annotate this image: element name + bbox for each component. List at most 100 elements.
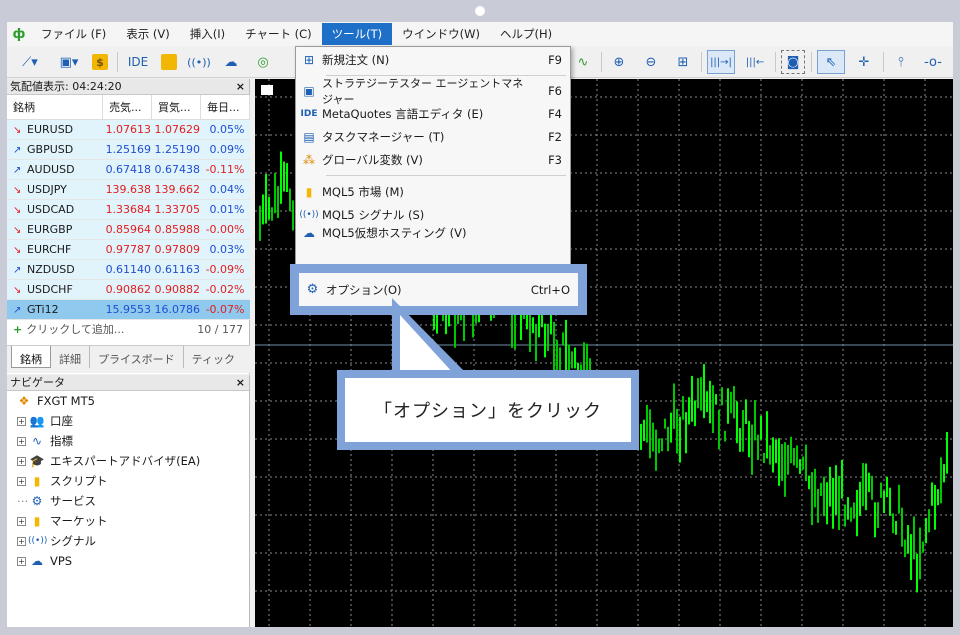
expand-icon[interactable]: + [17,556,26,566]
screenshot-icon[interactable]: ◙ [781,50,805,74]
vertical-line-icon[interactable]: ⫯ [889,50,913,74]
navigator-item-label: 指標 [50,434,73,448]
auto-scroll-icon[interactable]: |||→| [707,50,735,74]
grid-icon[interactable]: ⊞ [671,50,695,74]
candle [793,447,795,466]
horizontal-line-icon[interactable]: -o- [919,50,947,74]
market-watch-row[interactable]: ↘ EURUSD 1.07613 1.07629 0.05% [7,119,250,140]
close-icon[interactable]: × [236,375,245,391]
fxgt-logo-icon: ❖ [18,394,30,408]
ide-button[interactable]: IDE [123,50,153,74]
menu-item-task-manager[interactable]: ▤ タスクマネージャー (T) F2 [296,126,570,148]
signal-icon[interactable]: ((•)) [185,50,213,74]
globe-icon[interactable]: ◎ [249,50,277,74]
expand-icon[interactable]: + [17,416,26,426]
change-cell: 0.09% [200,139,250,160]
menu-item-strategy-tester[interactable]: ▣ ストラテジーテスター エージェントマネジャー F6 [296,77,570,106]
menu-chart[interactable]: チャート (C) [235,23,322,45]
chart-window-icon[interactable] [261,85,273,95]
crosshair-icon[interactable]: ✛ [851,50,877,74]
ask-cell: 0.90882 [151,279,201,300]
column-header-ask[interactable]: 買気... [151,95,202,120]
oscillator-icon[interactable]: ∿ [571,50,595,74]
menu-item-metaeditor[interactable]: IDE MetaQuotes 言語エディタ (E) F4 [296,103,570,125]
market-watch-row[interactable]: ↗ GTi12 15.9553 16.0786 -0.07% [7,299,250,320]
cloud-icon[interactable]: ☁ [217,50,245,74]
market-watch-row[interactable]: ↘ USDJPY 139.638 139.662 0.04% [7,179,250,200]
market-watch-row[interactable]: ↘ EURCHF 0.97787 0.97809 0.03% [7,239,250,260]
menu-insert[interactable]: 挿入(I) [180,23,235,45]
navigator-item-indicators[interactable]: + ∿ 指標 [7,431,249,451]
candle [271,207,273,221]
close-icon[interactable]: × [236,79,245,95]
candle [259,205,261,241]
add-symbol-row[interactable]: + クリックして追加... 10 / 177 [7,320,249,340]
zoom-in-icon[interactable]: ⊕ [607,50,631,74]
navigator-item-scripts[interactable]: + ▮ スクリプト [7,471,249,491]
chart-template-icon[interactable]: ▣▾ [51,50,87,74]
tab-details[interactable]: 詳細 [51,346,90,368]
navigator-root[interactable]: ❖ FXGT MT5 [7,391,249,411]
toolbar-separator [117,52,118,72]
chart-type-icon[interactable]: ⟋▾ [13,50,47,74]
zoom-out-icon[interactable]: ⊖ [639,50,663,74]
navigator-item-market[interactable]: + ▮ マーケット [7,511,249,531]
market-watch-row[interactable]: ↗ GBPUSD 1.25169 1.25190 0.09% [7,139,250,160]
menu-item-global-variables[interactable]: ⁂ グローバル変数 (V) F3 [296,149,570,171]
chart-shift-icon[interactable]: |||← [741,50,769,74]
candle [652,422,654,452]
menu-item-mql5-market[interactable]: ▮ MQL5 市場 (M) [296,181,570,203]
column-header-bid[interactable]: 売気... [102,95,153,120]
menu-window[interactable]: ウインドウ(W) [392,23,490,45]
cursor-icon[interactable]: ⇖ [817,50,845,74]
menu-help[interactable]: ヘルプ(H) [490,23,562,45]
menu-view[interactable]: 表示 (V) [116,23,180,45]
market-watch-row[interactable]: ↗ AUDUSD 0.67418 0.67438 -0.11% [7,159,250,180]
candle [814,468,816,508]
candle [754,400,756,441]
expand-icon[interactable]: + [17,476,26,486]
tab-price-board[interactable]: プライスボード [90,346,184,368]
symbol-name: USDCHF [27,282,73,296]
tab-ticks[interactable]: ティック [184,346,243,368]
dollar-icon[interactable]: $ [89,50,111,74]
navigator-item-services[interactable]: ⋯ ⚙ サービス [7,491,249,511]
column-header-change[interactable]: 毎日... [200,95,250,120]
expand-icon[interactable]: + [17,536,26,546]
candle [841,460,843,499]
navigator-tree: ❖ FXGT MT5 + 👥 口座 + ∿ 指標 + 🎓 エキスパートアドバイザ… [7,391,249,571]
market-watch-row[interactable]: ↘ USDCHF 0.90862 0.90882 -0.02% [7,279,250,300]
candle [778,438,780,486]
navigator-item-vps[interactable]: + ☁ VPS [7,551,249,571]
menu-item-options[interactable]: ⚙ オプション(O) Ctrl+O [299,273,578,306]
change-cell: 0.04% [200,179,250,200]
market-watch-row[interactable]: ↘ USDCAD 1.33684 1.33705 0.01% [7,199,250,220]
bid-cell: 1.07613 [102,119,152,140]
navigator-title: ナビゲータ × [7,375,249,391]
menu-tools[interactable]: ツール(T) [321,23,393,45]
menu-item-new-order[interactable]: ⊞ 新規注文 (N) F9 [296,49,570,71]
change-cell: -0.07% [200,299,250,320]
market-bag-icon[interactable] [157,50,181,74]
candle [880,482,882,498]
candle [739,428,741,452]
candle [529,310,531,353]
menu-item-mql5-signals[interactable]: ((•)) MQL5 シグナル (S) [296,204,570,226]
expand-icon[interactable]: + [17,436,26,446]
market-watch-row[interactable]: ↘ EURGBP 0.85964 0.85988 -0.00% [7,219,250,240]
column-header-symbol[interactable]: 銘柄 [7,95,104,120]
menu-item-mql5-hosting[interactable]: ☁ MQL5仮想ホスティング (V) [296,225,570,241]
navigator-item-accounts[interactable]: + 👥 口座 [7,411,249,431]
tab-symbols[interactable]: 銘柄 [11,346,51,368]
instruction-callout-text: 「オプション」をクリック [345,378,631,442]
arrow-down-icon: ↘ [13,284,22,296]
candle [772,437,774,473]
expand-icon[interactable]: + [17,456,26,466]
navigator-item-experts[interactable]: + 🎓 エキスパートアドバイザ(EA) [7,451,249,471]
menu-file[interactable]: ファイル (F) [31,23,116,45]
market-watch-row[interactable]: ↗ NZDUSD 0.61140 0.61163 -0.09% [7,259,250,280]
navigator-item-signals[interactable]: + ((•)) シグナル [7,531,249,551]
expand-icon[interactable]: + [17,516,26,526]
ask-cell: 1.07629 [151,119,201,140]
candle [883,490,885,514]
